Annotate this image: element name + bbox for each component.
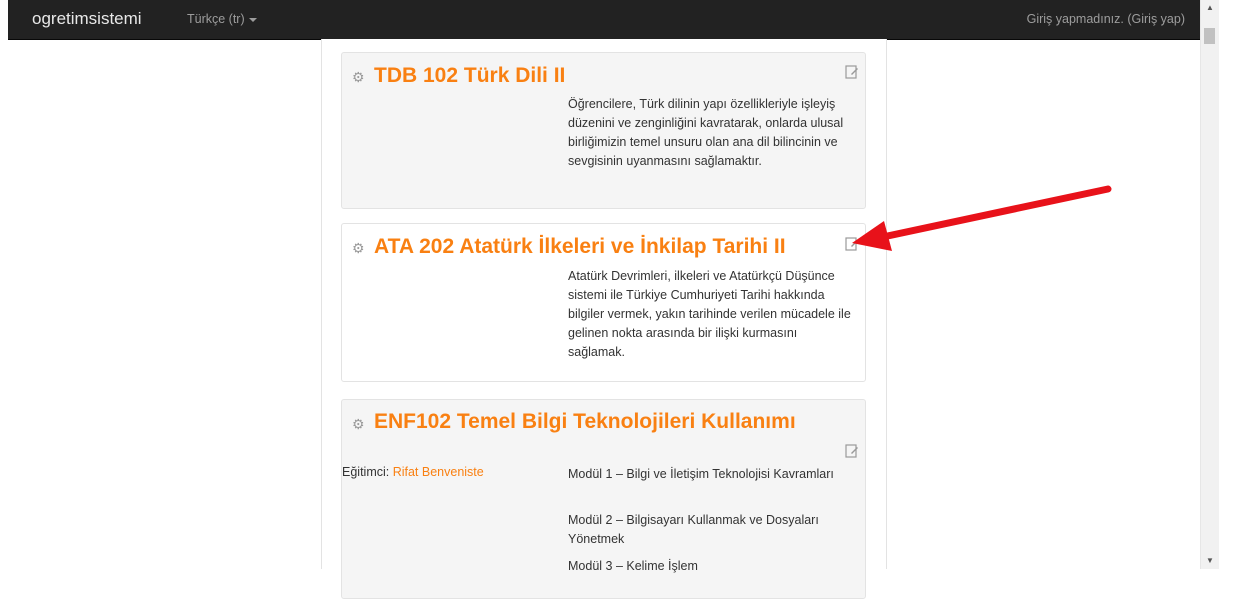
- teacher-name-link[interactable]: Rifat Benveniste: [393, 465, 484, 479]
- module-item: Modül 1 – Bilgi ve İletişim Teknolojisi …: [568, 467, 834, 481]
- language-label: Türkçe ‎(tr)‎: [187, 12, 245, 26]
- scroll-down-icon[interactable]: ▼: [1201, 553, 1219, 569]
- login-status-text: Giriş yapmadınız. (: [1026, 12, 1132, 26]
- scroll-thumb[interactable]: [1204, 28, 1215, 44]
- course-title-link[interactable]: TDB 102 Türk Dili II: [374, 64, 565, 88]
- page-margin: [0, 0, 8, 569]
- top-navbar: ogretimsistemi Türkçe ‎(tr)‎ Giriş yapma…: [8, 0, 1201, 40]
- course-list-region: ⚙ TDB 102 Türk Dili II Öğrencilere, Türk…: [321, 39, 887, 599]
- course-box: ⚙ ENF102 Temel Bilgi Teknolojileri Kulla…: [341, 399, 866, 599]
- enrolment-icon[interactable]: [845, 65, 859, 79]
- course-icon: ⚙: [352, 240, 365, 256]
- teacher-line: Eğitimci: Rifat Benveniste: [342, 465, 484, 479]
- course-box: ⚙ TDB 102 Türk Dili II Öğrencilere, Türk…: [341, 52, 866, 209]
- scroll-up-icon[interactable]: ▲: [1201, 0, 1219, 16]
- course-details: Eğitimci: Rifat Benveniste Modül 1 – Bil…: [342, 400, 867, 600]
- course-icon: ⚙: [352, 69, 365, 85]
- login-close-paren: ): [1180, 12, 1185, 26]
- module-item: Modül 2 – Bilgisayarı Kullanmak ve Dosya…: [568, 513, 819, 546]
- course-title-link[interactable]: ATA 202 Atatürk İlkeleri ve İnkilap Tari…: [374, 235, 786, 259]
- course-summary: Atatürk Devrimleri, ilkeleri ve Atatürkç…: [568, 269, 851, 359]
- language-menu[interactable]: Türkçe ‎(tr)‎: [187, 12, 257, 26]
- vertical-scrollbar[interactable]: ▲ ▼: [1200, 0, 1219, 569]
- teacher-label: Eğitimci:: [342, 465, 393, 479]
- login-info: Giriş yapmadınız. (Giriş yap): [1027, 12, 1185, 26]
- course-box: ⚙ ATA 202 Atatürk İlkeleri ve İnkilap Ta…: [341, 223, 866, 382]
- annotation-arrow: [852, 185, 1112, 251]
- site-brand-link[interactable]: ogretimsistemi: [32, 9, 142, 29]
- course-summary: Öğrencilere, Türk dilinin yapı özellikle…: [568, 97, 844, 168]
- module-item: Modül 3 – Kelime İşlem: [568, 559, 698, 573]
- chevron-down-icon: [248, 17, 257, 22]
- login-link[interactable]: Giriş yap: [1132, 12, 1181, 26]
